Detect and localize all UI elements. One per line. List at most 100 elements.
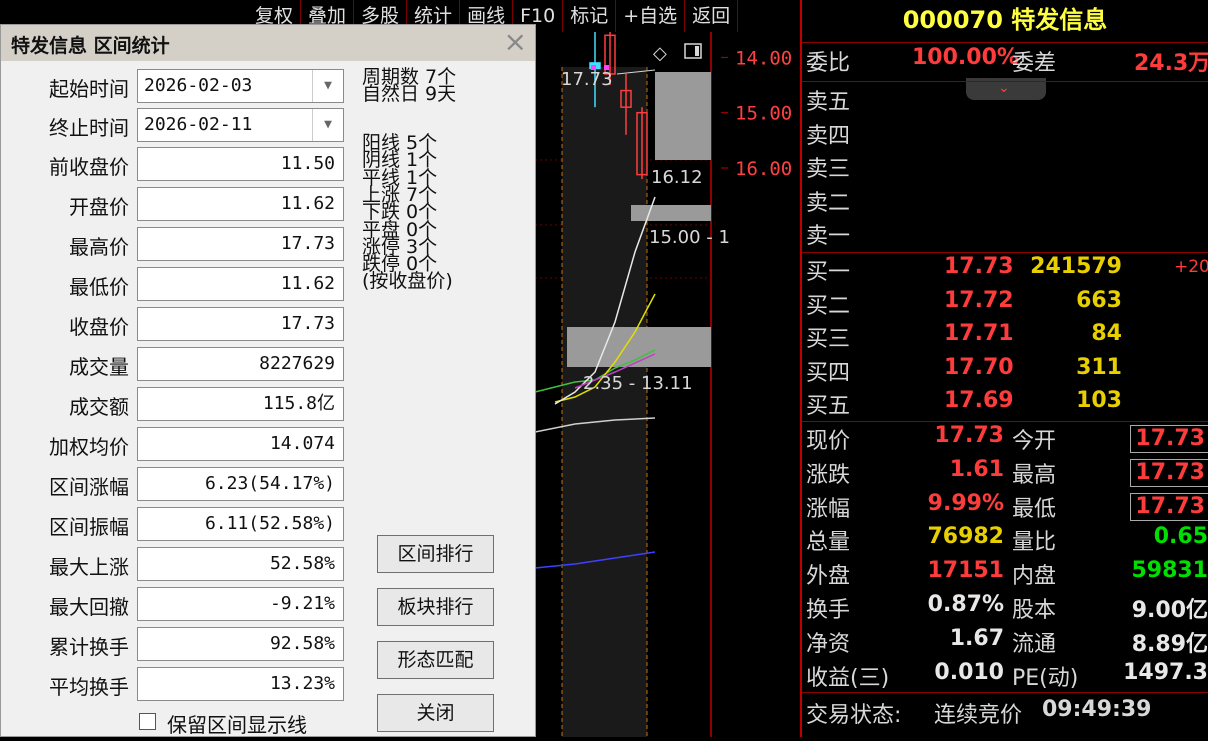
stat-field-value[interactable]: 115.8亿	[137, 387, 344, 421]
toolbar-item-6[interactable]: 标记	[563, 0, 617, 32]
quote-stat-value: 17.73	[1130, 425, 1208, 453]
quote-stat-label: 最高	[1012, 462, 1057, 488]
stat-field-value[interactable]: 6.11(52.58%)	[137, 507, 344, 541]
signal-dot	[604, 65, 609, 70]
quote-stat-label: 今开	[1012, 429, 1057, 454]
buy-price: 17.69	[944, 388, 1014, 413]
trade-status-value: 连续竞价	[934, 703, 1023, 728]
start-time-row: 起始时间 2026-02-03 ▼	[1, 69, 351, 105]
buy-price: 17.71	[944, 321, 1014, 346]
quote-stat-value: 17.73	[1130, 458, 1208, 487]
buy-row: 买二 17.72 663	[806, 288, 1208, 321]
end-time-select[interactable]: 2026-02-11 ▼	[137, 108, 344, 142]
quote-stat-label: 内盘	[1012, 564, 1057, 590]
dropdown-arrow-icon[interactable]: ▼	[312, 70, 343, 102]
toolbar-item-7[interactable]: +自选	[616, 0, 686, 32]
sector-rank-button[interactable]: 板块排行	[377, 588, 494, 626]
price-annotation: 17.73	[561, 69, 613, 90]
buy-change: +20	[1174, 257, 1208, 277]
toolbar-item-8[interactable]: 返回	[685, 0, 739, 32]
stat-field-label: 最大回撤	[49, 595, 129, 619]
buy-row: 买一 17.73 241579 +20	[806, 254, 1208, 287]
stat-field-value[interactable]: 17.73	[137, 307, 344, 341]
start-time-label: 起始时间	[49, 77, 129, 101]
quote-stat-value: 76982	[927, 524, 1004, 550]
signal-dot	[591, 65, 596, 70]
quote-stat-label: 涨幅	[806, 496, 851, 522]
stat-field-value[interactable]: 11.62	[137, 267, 344, 301]
candle-stat: (按收盘价)	[362, 270, 453, 293]
stat-field-row: 累计换手 92.58%	[1, 627, 351, 663]
stat-field-row: 最大上涨 52.58%	[1, 547, 351, 583]
buy-price: 17.73	[944, 254, 1014, 279]
close-icon[interactable]: ×	[504, 27, 527, 57]
stat-field-value[interactable]: 13.23%	[137, 667, 344, 701]
quote-stat-row: 外盘 17151 内盘 59831	[806, 558, 1208, 591]
quote-stat-value: 17.73	[934, 423, 1004, 448]
stat-field-row: 收盘价 17.73	[1, 307, 351, 343]
sell-row: 卖一	[806, 218, 1208, 251]
quote-stat-value: 1497.3	[1123, 659, 1208, 685]
keep-range-label: 保留区间显示线	[167, 713, 307, 737]
start-time-select[interactable]: 2026-02-03 ▼	[137, 69, 344, 103]
quote-stat-value: 59831	[1131, 558, 1208, 584]
quote-stat-row: 现价 17.73 今开 17.73	[806, 423, 1208, 456]
sell-row: 卖四	[806, 118, 1208, 151]
weicha-value: 24.3万	[1134, 51, 1208, 76]
quote-stat-value: 1.67	[949, 625, 1004, 651]
quote-stat-label: 现价	[806, 429, 851, 454]
quote-stat-label: 总量	[806, 530, 851, 556]
stat-field-label: 成交量	[69, 355, 129, 379]
stat-field-label: 前收盘价	[49, 155, 129, 179]
stat-field-label: 开盘价	[69, 195, 129, 219]
stat-field-row: 成交额 115.8亿	[1, 387, 351, 423]
kline-chart[interactable]: 16.0015.0014.0013.0012.0011.0010.009.008…	[534, 0, 800, 737]
trade-status-row: 交易状态: 连续竞价 09:49:39	[806, 697, 1208, 730]
buy-level-label: 买二	[806, 293, 851, 319]
sell-row: 卖三	[806, 151, 1208, 184]
stat-field-value[interactable]: 14.074	[137, 427, 344, 461]
sell-row: 卖五	[806, 84, 1208, 117]
quote-stat-label: 流通	[1012, 631, 1057, 657]
range-stats-dialog: 特发信息 区间统计 × 起始时间 2026-02-03 ▼ 终止时间 2026-…	[0, 24, 536, 737]
stat-field-row: 前收盘价 11.50	[1, 147, 351, 183]
buy-row: 买五 17.69 103	[806, 388, 1208, 421]
price-axis-label: 15.00	[735, 103, 792, 125]
price-axis-label: 14.00	[735, 47, 792, 69]
range-rank-button[interactable]: 区间排行	[377, 535, 494, 573]
stat-field-label: 累计换手	[49, 635, 129, 659]
quote-stat-label: 换手	[806, 598, 851, 623]
pattern-match-button[interactable]: 形态匹配	[377, 641, 494, 679]
stat-field-label: 平均换手	[49, 675, 129, 699]
stat-field-label: 成交额	[69, 395, 129, 419]
stat-field-value[interactable]: -9.21%	[137, 587, 344, 621]
stat-field-value[interactable]: 52.58%	[137, 547, 344, 581]
stat-field-row: 平均换手 13.23%	[1, 667, 351, 703]
quote-stat-value: 9.00亿	[1131, 598, 1208, 623]
end-time-row: 终止时间 2026-02-11 ▼	[1, 108, 351, 144]
stat-field-value[interactable]: 11.62	[137, 187, 344, 221]
buy-volume: 311	[1076, 354, 1122, 380]
price-annotation: 2.35 - 13.11	[583, 373, 693, 394]
price-axis-label: 16.00	[735, 158, 792, 180]
diamond-icon[interactable]: ◇	[653, 43, 667, 64]
quote-stat-row: 涨幅 9.99% 最低 17.73	[806, 491, 1208, 524]
stat-field-label: 加权均价	[49, 435, 129, 459]
stat-field-value[interactable]: 8227629	[137, 347, 344, 381]
keep-range-checkbox[interactable]	[139, 713, 156, 730]
stat-field-row: 开盘价 11.62	[1, 187, 351, 223]
sell-level-label: 卖一	[806, 224, 851, 249]
stat-field-value[interactable]: 6.23(54.17%)	[137, 467, 344, 501]
dropdown-arrow-icon[interactable]: ▼	[312, 109, 343, 141]
stat-field-value[interactable]: 17.73	[137, 227, 344, 261]
quote-stat-row: 收益(三) 0.010 PE(动) 1497.3	[806, 660, 1208, 693]
kline-chart-svg: 16.0015.0014.0013.0012.0011.0010.009.008…	[534, 0, 792, 737]
dialog-titlebar[interactable]: 特发信息 区间统计 ×	[1, 25, 535, 61]
quote-stat-label: 外盘	[806, 564, 851, 590]
stat-field-value[interactable]: 11.50	[137, 147, 344, 181]
quote-stat-row: 总量 76982 量比 0.65	[806, 524, 1208, 557]
stat-field-value[interactable]: 92.58%	[137, 627, 344, 661]
buy-level-label: 买一	[806, 260, 851, 285]
close-button[interactable]: 关闭	[377, 694, 494, 732]
weibi-value: 100.00%	[912, 45, 1019, 70]
